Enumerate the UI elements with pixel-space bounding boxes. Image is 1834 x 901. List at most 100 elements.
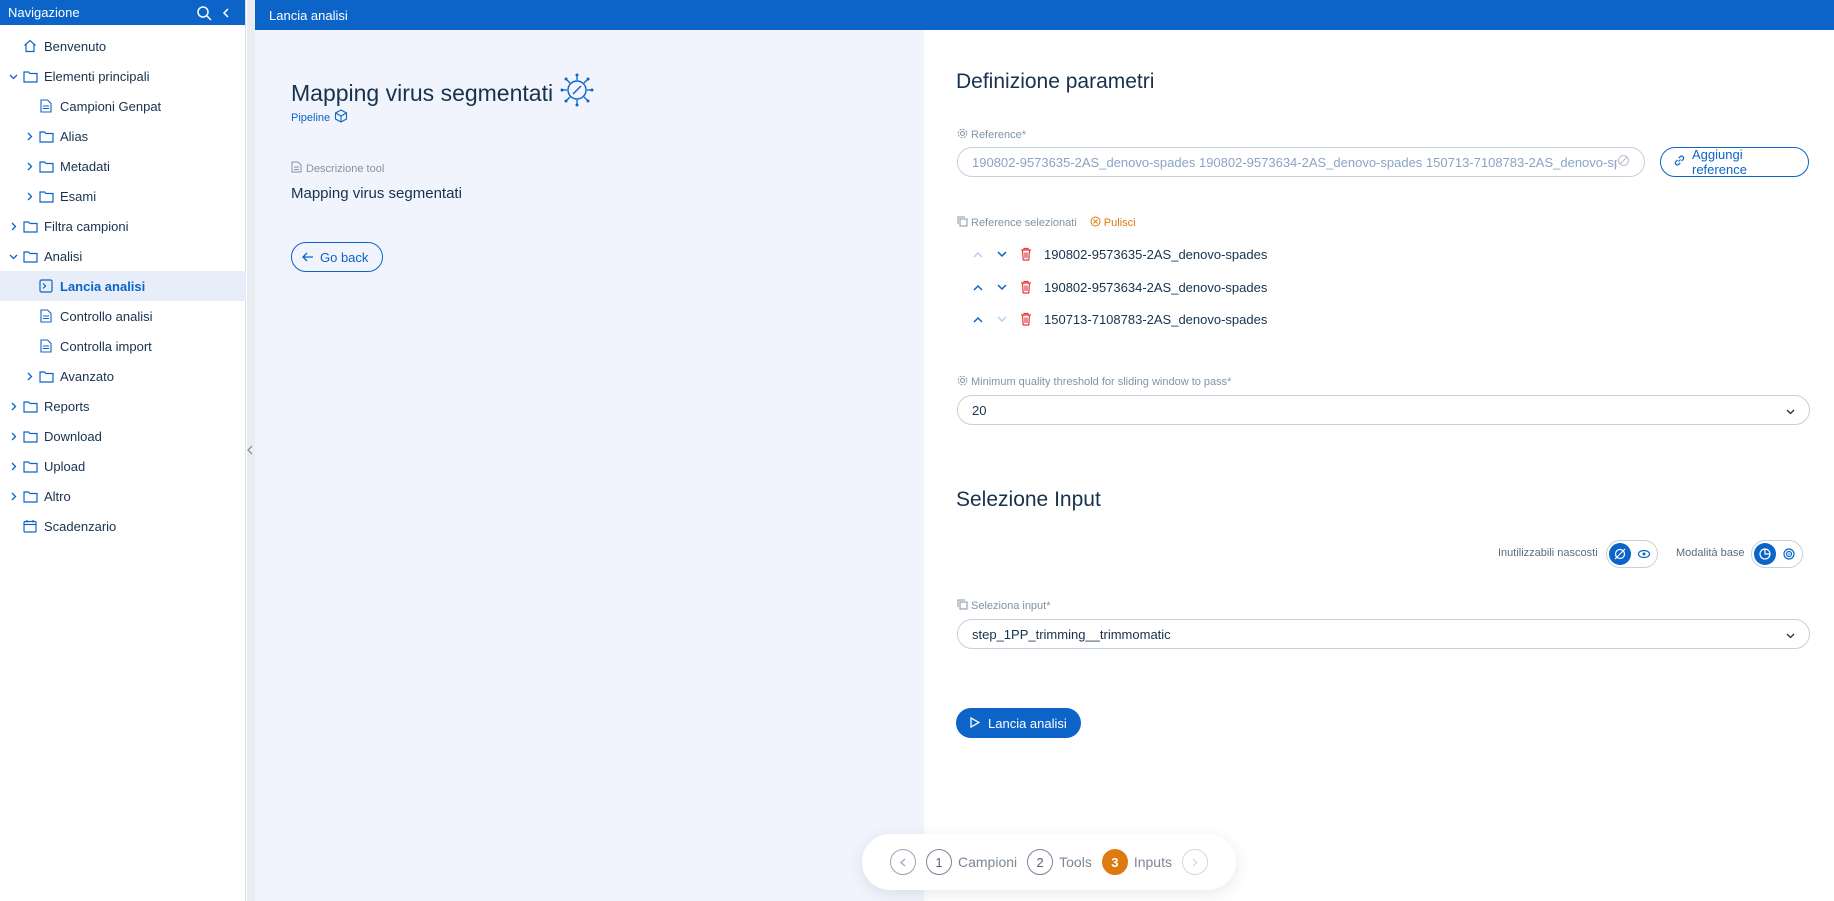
sidebar-item-label: Campioni Genpat <box>60 98 162 114</box>
chevron-right-icon[interactable] <box>8 222 18 231</box>
chevron-right-icon[interactable] <box>24 192 34 201</box>
sidebar-item-reports[interactable]: Reports <box>8 391 90 421</box>
threshold-select[interactable]: 20 <box>957 395 1810 425</box>
sidebar-item-label: Elementi principali <box>44 68 150 84</box>
sidebar-item-label: Filtra campioni <box>44 218 129 234</box>
sidebar-item-filtra-campioni[interactable]: Filtra campioni <box>8 211 129 241</box>
sidebar-item-metadati[interactable]: Metadati <box>24 151 110 181</box>
selected-references-label: Reference selezionati Pulisci <box>957 216 1136 230</box>
trash-icon[interactable] <box>1014 247 1038 261</box>
params-section-title: Definizione parametri <box>956 70 1155 93</box>
sidebar-item-label: Altro <box>44 488 71 504</box>
sidebar-item-download[interactable]: Download <box>8 421 102 451</box>
sidebar-item-upload[interactable]: Upload <box>8 451 85 481</box>
sidebar-item-benvenuto[interactable]: Benvenuto <box>8 31 106 61</box>
pipeline-link[interactable]: Pipeline <box>291 109 348 126</box>
target-icon[interactable] <box>1778 543 1800 565</box>
folder-icon <box>22 398 38 414</box>
select-input-dropdown[interactable]: step_1PP_trimming__trimmomatic <box>957 619 1810 649</box>
trash-icon[interactable] <box>1014 280 1038 294</box>
eye-icon[interactable] <box>1633 543 1655 565</box>
chevron-left-icon[interactable] <box>246 442 254 458</box>
sidebar-item-scadenzario[interactable]: Scadenzario <box>8 511 116 541</box>
home-icon <box>22 38 38 54</box>
sidebar-item-avanzato[interactable]: Avanzato <box>24 361 114 391</box>
chevron-right-icon[interactable] <box>8 492 18 501</box>
chevron-down-icon[interactable] <box>8 252 18 261</box>
move-up-icon[interactable] <box>966 284 990 291</box>
selected-reference-row: 190802-9573634-2AS_denovo-spades <box>966 276 1267 298</box>
eye-off-icon[interactable] <box>1609 543 1631 565</box>
collapse-sidebar-icon[interactable] <box>215 7 237 19</box>
tool-title: Mapping virus segmentati <box>291 72 595 114</box>
sidebar-item-altro[interactable]: Altro <box>8 481 71 511</box>
sidebar-item-controlla-import[interactable]: Controlla import <box>24 331 152 361</box>
hidden-unusable-toggle[interactable] <box>1606 540 1658 568</box>
tool-info-panel: Mapping virus segmentati Pipeline Descri… <box>255 30 924 901</box>
basic-mode-toggle[interactable] <box>1751 540 1803 568</box>
launch-analysis-button[interactable]: Lancia analisi <box>956 708 1081 738</box>
step-next-button <box>1181 849 1208 875</box>
sidebar-item-lancia-analisi[interactable]: Lancia analisi <box>0 271 246 301</box>
sidebar-item-label: Alias <box>60 128 89 144</box>
go-back-button[interactable]: Go back <box>291 242 384 272</box>
sidebar-item-campioni-genpat[interactable]: Campioni Genpat <box>24 91 161 121</box>
sidebar-item-label: Lancia analisi <box>60 278 146 294</box>
sidebar-item-label: Controlla import <box>60 338 152 354</box>
chevron-right-icon[interactable] <box>24 162 34 171</box>
input-section-title: Selezione Input <box>956 488 1101 511</box>
reference-label: Reference* <box>957 128 1026 142</box>
move-down-icon[interactable] <box>990 250 1014 258</box>
chevron-right-icon[interactable] <box>24 132 34 141</box>
pipeline-label: Pipeline <box>291 111 331 124</box>
document-icon <box>38 98 54 114</box>
parameters-panel: Definizione parametri Reference* 190802-… <box>924 30 1834 901</box>
step-number: 2 <box>1027 849 1054 875</box>
chevron-right-icon[interactable] <box>24 372 34 381</box>
folder-icon <box>38 188 54 204</box>
step-campioni[interactable]: 1 Campioni <box>926 849 1017 875</box>
sidebar-item-analisi[interactable]: Analisi <box>8 241 82 271</box>
cube-icon <box>334 109 348 126</box>
disabled-icon <box>1617 154 1630 170</box>
wizard-stepper: 1 Campioni 2 Tools 3 Inputs <box>862 834 1236 890</box>
sidebar-item-controllo-analisi[interactable]: Controllo analisi <box>24 301 153 331</box>
chevron-down-icon <box>1786 403 1795 418</box>
sidebar: Navigazione Benvenuto Elementi principal… <box>0 0 246 901</box>
chevron-right-icon[interactable] <box>8 462 18 471</box>
sidebar-item-label: Avanzato <box>60 368 114 384</box>
virus-icon <box>559 72 595 114</box>
search-icon[interactable] <box>193 5 215 21</box>
pie-icon[interactable] <box>1754 543 1776 565</box>
tool-description: Mapping virus segmentati <box>291 185 462 202</box>
step-inputs[interactable]: 3 Inputs <box>1101 849 1172 875</box>
step-label: Tools <box>1059 854 1092 870</box>
chevron-down-icon <box>1786 627 1795 642</box>
step-prev-button[interactable] <box>890 849 916 875</box>
move-down-icon[interactable] <box>990 283 1014 291</box>
clear-references-button[interactable]: Pulisci <box>1090 216 1136 230</box>
page-title: Lancia analisi <box>269 7 348 23</box>
step-number: 3 <box>1101 849 1128 875</box>
sidebar-item-alias[interactable]: Alias <box>24 121 88 151</box>
reference-input[interactable]: 190802-9573635-2AS_denovo-spades 190802-… <box>957 147 1645 177</box>
add-reference-button[interactable]: Aggiungi reference <box>1660 147 1809 177</box>
sidebar-item-elementi-principali[interactable]: Elementi principali <box>8 61 150 91</box>
sidebar-item-label: Metadati <box>60 158 110 174</box>
description-label: Descrizione tool <box>291 161 384 176</box>
reference-input-value: 190802-9573635-2AS_denovo-spades 190802-… <box>972 154 1617 170</box>
step-tools[interactable]: 2 Tools <box>1027 849 1092 875</box>
chevron-down-icon[interactable] <box>8 72 18 81</box>
chevron-right-icon[interactable] <box>8 432 18 441</box>
calendar-icon <box>22 518 38 534</box>
sidebar-item-esami[interactable]: Esami <box>24 181 96 211</box>
folder-icon <box>38 368 54 384</box>
sidebar-item-label: Scadenzario <box>44 518 117 534</box>
reference-name: 150713-7108783-2AS_denovo-spades <box>1044 311 1268 327</box>
move-up-icon[interactable] <box>966 316 990 323</box>
chevron-right-icon[interactable] <box>8 402 18 411</box>
selected-reference-row: 150713-7108783-2AS_denovo-spades <box>966 308 1267 330</box>
trash-icon[interactable] <box>1014 312 1038 326</box>
select-input-value: step_1PP_trimming__trimmomatic <box>972 626 1171 642</box>
arrow-left-icon <box>302 250 314 265</box>
